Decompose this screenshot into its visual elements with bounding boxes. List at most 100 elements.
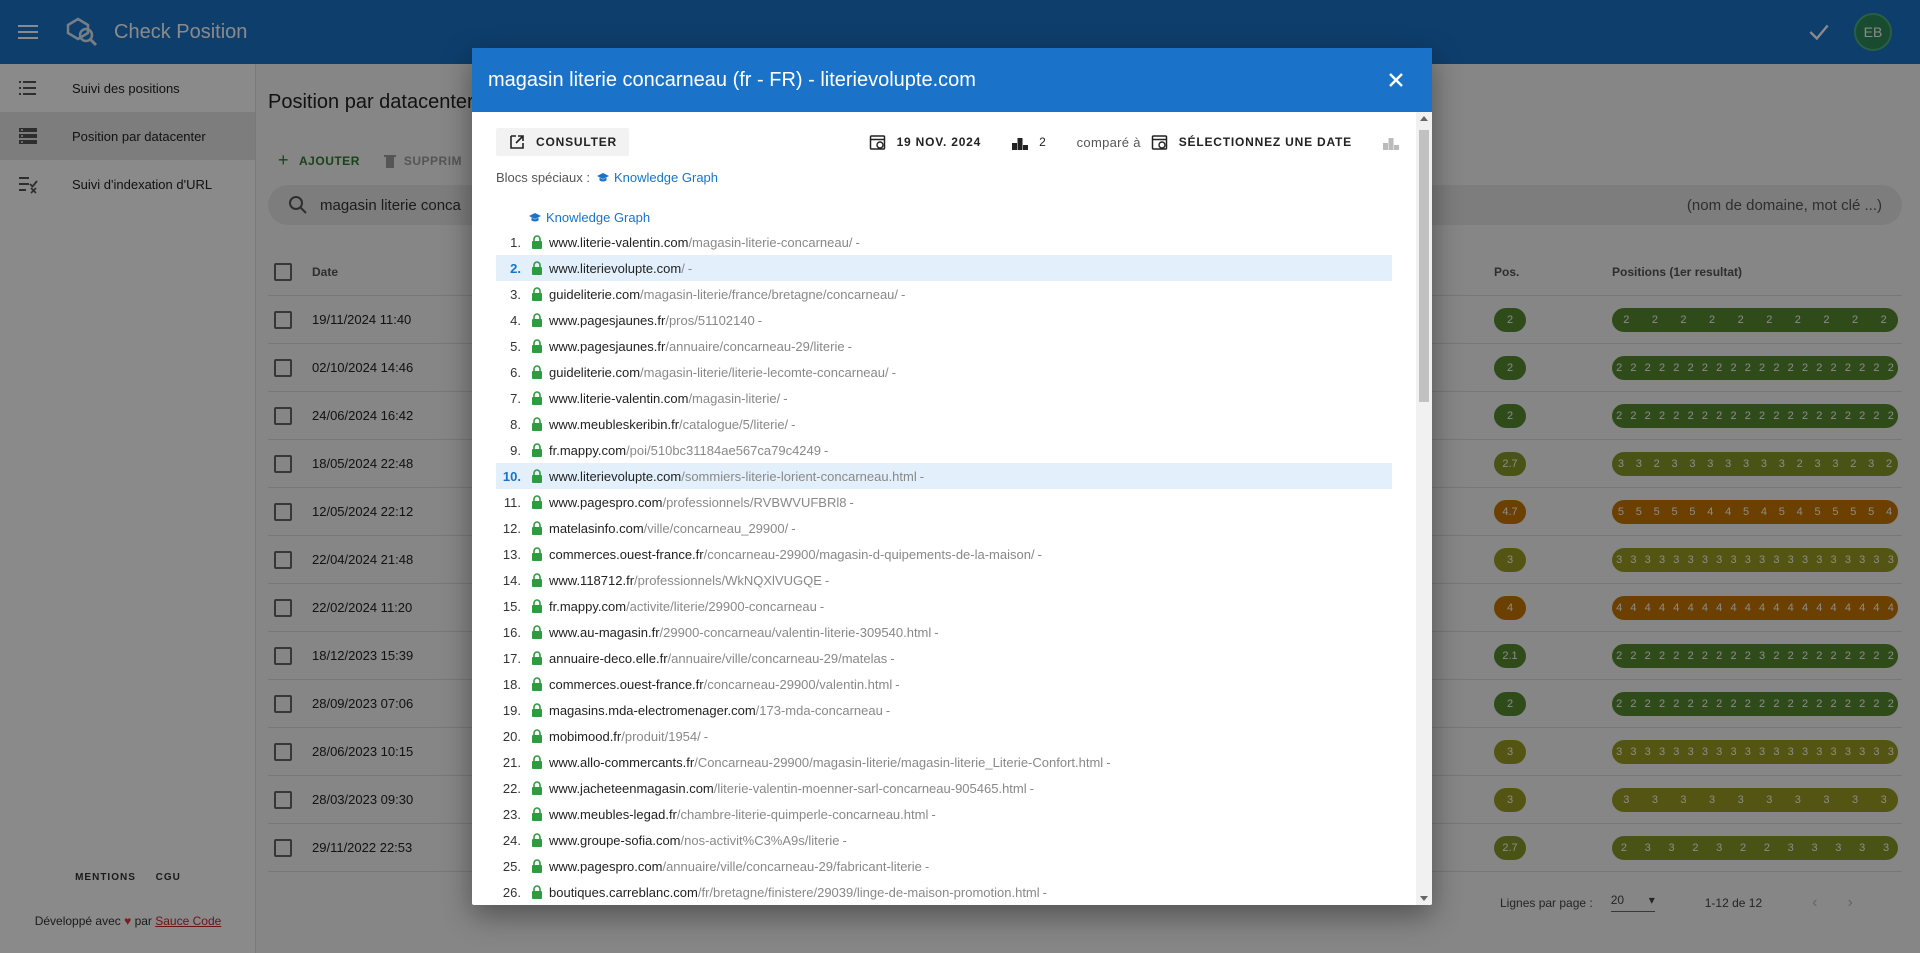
knowledge-graph-result: Knowledge Graph	[528, 210, 650, 225]
result-item[interactable]: 16. www.au-magasin.fr/29900-concarneau/va…	[496, 619, 1392, 645]
serp-dialog: magasin literie concarneau (fr - FR) - l…	[472, 48, 1432, 905]
result-domain: matelasinfo.com	[549, 520, 644, 536]
result-item[interactable]: 18. commerces.ouest-france.fr/concarneau-…	[496, 671, 1392, 697]
result-item[interactable]: 8. www.meubleskeribin.fr/catalogue/5/lite…	[496, 411, 1392, 437]
result-rank: 5.	[510, 338, 521, 354]
result-item[interactable]: 9. fr.mappy.com/poi/510bc31184ae567ca79c4…	[496, 437, 1392, 463]
special-blocks-label: Blocs spéciaux :	[496, 170, 590, 185]
result-item[interactable]: 4. www.pagesjaunes.fr/pros/51102140-	[496, 307, 1392, 333]
result-separator: -	[1042, 884, 1047, 900]
calendar-clock-icon[interactable]	[869, 133, 887, 151]
result-rank: 12.	[502, 520, 521, 536]
result-item[interactable]: 17. annuaire-deco.elle.fr/annuaire/ville/…	[496, 645, 1392, 671]
result-item[interactable]: 10. www.literievolupte.com/sommiers-liter…	[496, 463, 1392, 489]
result-path: /29900-concarneau/valentin-literie-30954…	[659, 624, 932, 640]
result-domain: www.au-magasin.fr	[549, 624, 660, 640]
lock-icon	[532, 443, 542, 457]
result-path: /chambre-literie-quimperle-concarneau.ht…	[676, 806, 929, 822]
lock-icon	[532, 625, 542, 639]
lock-icon	[532, 365, 542, 379]
result-separator: -	[931, 806, 936, 822]
lock-icon	[532, 495, 542, 509]
scroll-down-icon[interactable]	[1420, 896, 1428, 901]
result-item[interactable]: 5. www.pagesjaunes.fr/annuaire/concarneau…	[496, 333, 1392, 359]
select-date-button[interactable]: SÉLECTIONNEZ UNE DATE	[1179, 135, 1352, 149]
selected-date[interactable]: 19 NOV. 2024	[897, 135, 982, 149]
result-domain: www.literie-valentin.com	[549, 390, 689, 406]
result-path: /Concarneau-29900/magasin-literie/magasi…	[694, 754, 1104, 770]
dialog-scrollbar[interactable]	[1416, 112, 1432, 905]
lock-icon	[532, 261, 542, 275]
result-rank: 21.	[502, 754, 521, 770]
result-path: /nos-activit%C3%A9s/literie	[680, 832, 840, 848]
result-separator: -	[855, 234, 860, 250]
result-item[interactable]: 11. www.pagespro.com/professionnels/RVBWV…	[496, 489, 1392, 515]
result-item[interactable]: 12. matelasinfo.com/ville/concarneau_2990…	[496, 515, 1392, 541]
lock-icon	[532, 807, 542, 821]
result-domain: www.literievolupte.com	[549, 468, 682, 484]
result-rank: 8.	[510, 416, 521, 432]
result-domain: commerces.ouest-france.fr	[549, 676, 704, 692]
result-item[interactable]: 6. guideliterie.com/magasin-literie/liter…	[496, 359, 1392, 385]
result-item[interactable]: 14. www.118712.fr/professionnels/WkNQXlVU…	[496, 567, 1392, 593]
result-rank: 13.	[502, 546, 521, 562]
result-item[interactable]: 24. www.groupe-sofia.com/nos-activit%C3%A…	[496, 827, 1392, 853]
result-domain: annuaire-deco.elle.fr	[549, 650, 668, 666]
result-separator: -	[934, 624, 939, 640]
result-domain: www.allo-commercants.fr	[549, 754, 695, 770]
lock-icon	[532, 235, 542, 249]
result-domain: www.groupe-sofia.com	[549, 832, 681, 848]
scroll-up-icon[interactable]	[1420, 116, 1428, 121]
result-item[interactable]: 7. www.literie-valentin.com/magasin-liter…	[496, 385, 1392, 411]
result-item[interactable]: 2. www.literievolupte.com / -	[496, 255, 1392, 281]
result-path: /magasin-literie/	[688, 390, 781, 406]
result-separator: -	[757, 312, 763, 328]
result-item[interactable]: 13. commerces.ouest-france.fr/concarneau-…	[496, 541, 1392, 567]
knowledge-graph-link[interactable]: Knowledge Graph	[596, 170, 718, 185]
lock-icon	[532, 391, 542, 405]
result-path: /173-mda-concarneau	[755, 702, 883, 718]
knowledge-graph-label: Knowledge Graph	[613, 170, 719, 185]
knowledge-graph-label: Knowledge Graph	[546, 210, 651, 225]
result-rank: 19.	[502, 702, 521, 718]
lock-icon	[532, 547, 542, 561]
result-separator: -	[842, 832, 847, 848]
graduation-cap-icon	[596, 172, 609, 181]
result-domain: www.pagespro.com	[549, 858, 663, 874]
result-domain: mobimood.fr	[549, 728, 622, 744]
special-blocks: Blocs spéciaux : Knowledge Graph	[496, 170, 718, 185]
result-separator: -	[885, 702, 891, 718]
result-item[interactable]: 23. www.meubles-legad.fr/chambre-literie-…	[496, 801, 1392, 827]
close-icon[interactable]	[1384, 68, 1408, 92]
result-path: /catalogue/5/literie/	[679, 416, 789, 432]
consult-button[interactable]: CONSULTER	[496, 128, 629, 156]
lock-icon	[532, 885, 542, 899]
result-item[interactable]: 19. magasins.mda-electromenager.com/173-m…	[496, 697, 1392, 723]
result-separator: -	[791, 520, 796, 536]
podium-icon	[1383, 138, 1399, 150]
result-item[interactable]: 15. fr.mappy.com/activite/literie/29900-c…	[496, 593, 1392, 619]
lock-icon	[532, 729, 542, 743]
podium-icon	[1012, 138, 1029, 150]
result-rank: 20.	[502, 728, 521, 744]
result-domain: fr.mappy.com	[549, 442, 627, 458]
result-item[interactable]: 26. boutiques.carreblanc.com/fr/bretagne/…	[496, 879, 1392, 905]
result-domain: www.meubleskeribin.fr	[549, 416, 680, 432]
calendar-clock-icon[interactable]	[1151, 133, 1169, 151]
open-external-icon	[510, 135, 524, 149]
result-path: /magasin-literie-concarneau/	[688, 234, 853, 250]
scrollbar-thumb[interactable]	[1419, 130, 1429, 402]
result-item[interactable]: 20. mobimood.fr/produit/1954/-	[496, 723, 1392, 749]
result-separator: -	[791, 416, 796, 432]
result-path: /magasin-literie/france/bretagne/concarn…	[640, 286, 899, 302]
result-path: /annuaire/concarneau-29/literie	[665, 338, 845, 354]
result-separator: -	[919, 468, 925, 484]
lock-icon	[532, 599, 542, 613]
result-item[interactable]: 25. www.pagespro.com/annuaire/ville/conca…	[496, 853, 1392, 879]
result-item[interactable]: 22. www.jacheteenmagasin.com/literie-vale…	[496, 775, 1392, 801]
result-path: /produit/1954/	[621, 728, 701, 744]
result-domain: www.jacheteenmagasin.com	[549, 780, 714, 796]
result-item[interactable]: 1. www.literie-valentin.com/magasin-liter…	[496, 229, 1392, 255]
result-item[interactable]: 3. guideliterie.com/magasin-literie/franc…	[496, 281, 1392, 307]
result-item[interactable]: 21. www.allo-commercants.fr/Concarneau-29…	[496, 749, 1392, 775]
